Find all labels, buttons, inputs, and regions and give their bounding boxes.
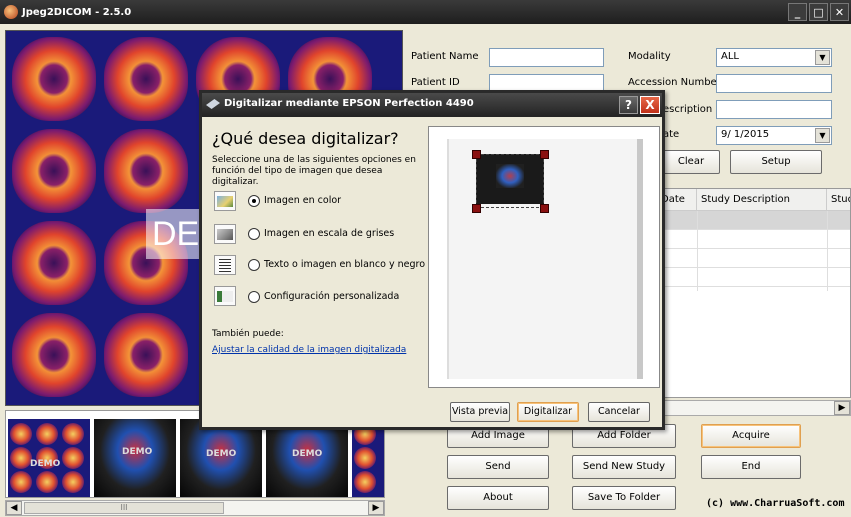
demo-label: DEMO (292, 449, 323, 459)
brain-scan-thumbnail[interactable] (12, 221, 96, 305)
scroll-left-arrow-icon[interactable]: ◀ (6, 501, 22, 515)
end-button[interactable]: End (701, 455, 801, 479)
copyright-text: (c) www.CharruaSoft.com (706, 498, 845, 509)
scrollbar-thumb[interactable]: III (24, 502, 224, 514)
chevron-down-icon[interactable]: ▼ (815, 50, 830, 65)
patient-name-input[interactable] (489, 48, 604, 67)
study-date-picker[interactable]: 9/ 1/2015 ▼ (716, 126, 832, 145)
option-label[interactable]: Configuración personalizada (264, 291, 399, 302)
save-to-folder-button[interactable]: Save To Folder (572, 486, 676, 510)
brain-scan-thumbnail[interactable] (104, 37, 188, 121)
mini-brain-scan (62, 447, 84, 469)
brain-scan-thumbnail[interactable] (12, 129, 96, 213)
color-photo-icon[interactable] (214, 191, 236, 211)
demo-label: DEMO (122, 447, 153, 457)
scroll-right-arrow-icon[interactable]: ▶ (368, 501, 384, 515)
radio-configuracion-personalizada[interactable] (248, 291, 260, 303)
clear-button[interactable]: Clear (662, 150, 720, 174)
option-label[interactable]: Imagen en color (264, 195, 341, 206)
setup-button[interactable]: Setup (730, 150, 822, 174)
close-button[interactable]: ✕ (830, 3, 849, 21)
send-new-study-button[interactable]: Send New Study (572, 455, 676, 479)
custom-settings-icon[interactable] (214, 286, 236, 306)
send-button[interactable]: Send (447, 455, 549, 479)
scroll-right-arrow-icon[interactable]: ▶ (834, 401, 850, 415)
selection-handle[interactable] (540, 204, 549, 213)
modality-label: Modality (628, 51, 671, 62)
demo-label: DEMO (206, 449, 237, 459)
column-header-study[interactable]: Stud (827, 189, 850, 211)
mini-brain-scan (62, 423, 84, 445)
maximize-button[interactable]: □ (809, 3, 828, 21)
mini-brain-scan (10, 423, 32, 445)
chevron-down-icon[interactable]: ▼ (815, 128, 830, 143)
patient-name-label: Patient Name (411, 51, 479, 62)
mini-brain-scan (62, 471, 84, 493)
help-button[interactable]: ? (619, 96, 638, 114)
option-label[interactable]: Texto o imagen en blanco y negro (264, 259, 425, 270)
cancel-button[interactable]: Cancelar (588, 402, 650, 422)
dialog-title-bar: Digitalizar mediante EPSON Perfection 44… (202, 93, 662, 117)
column-header-study-description[interactable]: Study Description (697, 189, 827, 211)
scan-button[interactable]: Digitalizar (517, 402, 579, 422)
selection-handle[interactable] (540, 150, 549, 159)
study-date-label: ate (663, 129, 680, 140)
mini-brain-scan (36, 423, 58, 445)
brain-scan-thumbnail[interactable] (104, 313, 188, 397)
dialog-heading: ¿Qué desea digitalizar? (212, 129, 399, 148)
brain-scan-thumbnail[interactable] (104, 129, 188, 213)
scan-dialog: Digitalizar mediante EPSON Perfection 44… (199, 90, 665, 430)
mini-brain-scan (354, 471, 376, 493)
dialog-description: Seleccione una de las siguientes opcione… (212, 155, 416, 187)
minimize-button[interactable]: _ (788, 3, 807, 21)
study-description-input[interactable] (716, 100, 832, 119)
dialog-title: Digitalizar mediante EPSON Perfection 44… (224, 98, 474, 109)
modality-select[interactable]: ALL ▼ (716, 48, 832, 67)
filmstrip-image[interactable]: DEMO (180, 419, 262, 497)
brain-scan-thumbnail[interactable] (12, 37, 96, 121)
radio-texto-o-imagen[interactable] (248, 259, 260, 271)
selection-handle[interactable] (472, 204, 481, 213)
title-bar: Jpeg2DICOM - 2.5.0 _ □ ✕ (0, 0, 851, 24)
demo-label: DEMO (30, 459, 61, 469)
selection-handle[interactable] (472, 150, 481, 159)
selection-marquee[interactable] (476, 154, 544, 208)
mini-brain-scan (10, 471, 32, 493)
mini-brain-scan (10, 447, 32, 469)
filmstrip-image[interactable]: DEMO (266, 419, 348, 497)
dialog-close-button[interactable]: X (640, 96, 660, 114)
filmstrip-image[interactable]: DEMO (94, 419, 176, 497)
accession-number-input[interactable] (716, 74, 832, 93)
about-button[interactable]: About (447, 486, 549, 510)
grayscale-photo-icon[interactable] (214, 224, 236, 244)
option-label[interactable]: Imagen en escala de grises (264, 228, 394, 239)
radio-imagen-en-color[interactable] (248, 195, 260, 207)
filmstrip-image[interactable] (352, 419, 384, 497)
column-divider (827, 211, 828, 291)
patient-id-label: Patient ID (411, 77, 460, 88)
mini-brain-scan (36, 471, 58, 493)
preview-button[interactable]: Vista previa (450, 402, 510, 422)
mini-brain-scan (354, 447, 376, 469)
acquire-button[interactable]: Acquire (701, 424, 801, 448)
window-title: Jpeg2DICOM - 2.5.0 (22, 6, 132, 18)
brain-scan-thumbnail[interactable] (12, 313, 96, 397)
accession-number-label: Accession Number (628, 77, 721, 88)
study-description-label: escription (663, 104, 713, 115)
scanner-icon (206, 99, 220, 109)
study-date-value: 9/ 1/2015 (721, 129, 770, 140)
column-divider (697, 211, 698, 291)
also-label: También puede: (212, 329, 284, 339)
app-icon (4, 5, 18, 19)
filmstrip-image[interactable]: DEMO (8, 419, 90, 497)
radio-imagen-en-escala-de-grises[interactable] (248, 228, 260, 240)
adjust-quality-link[interactable]: Ajustar la calidad de la imagen digitali… (212, 345, 406, 355)
filmstrip-scrollbar[interactable]: ◀ III ▶ (5, 500, 385, 516)
text-document-icon[interactable] (214, 255, 236, 275)
modality-value: ALL (721, 51, 739, 62)
scan-preview-area[interactable] (428, 126, 660, 388)
